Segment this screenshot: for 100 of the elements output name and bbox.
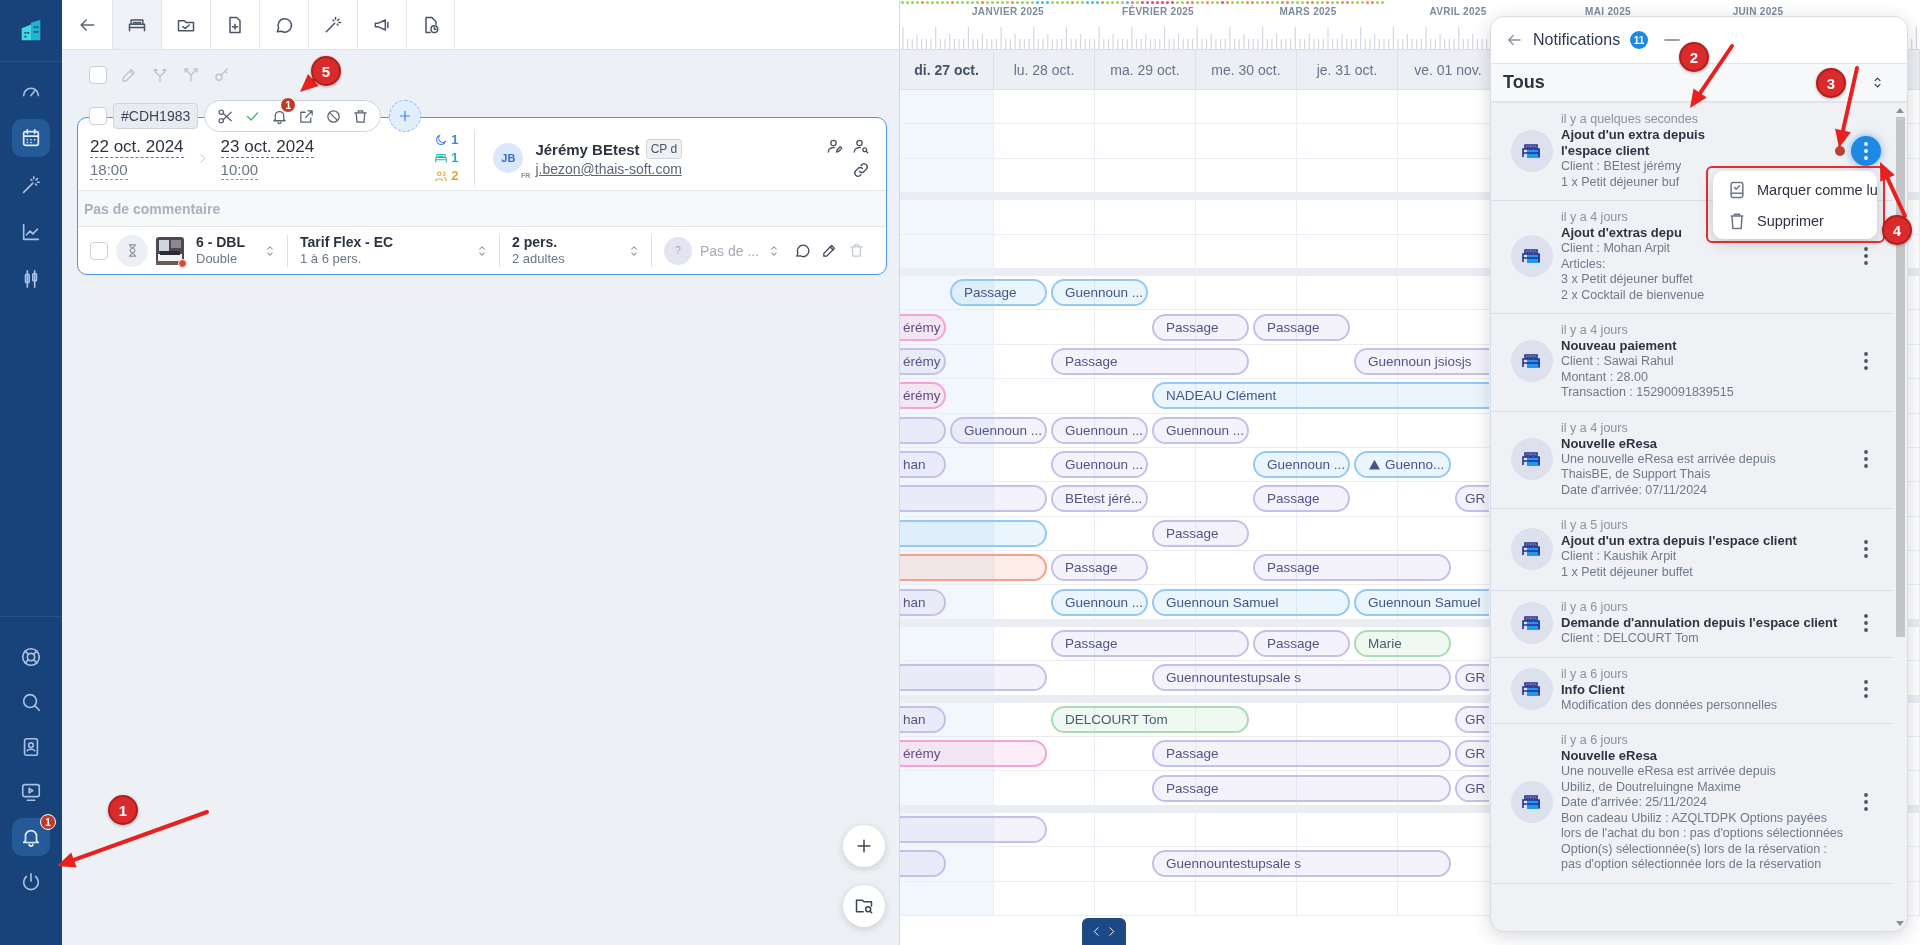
booking-bar[interactable]: érémy	[900, 347, 946, 375]
add-button[interactable]	[843, 825, 885, 867]
booking-bar[interactable]: Guennoun Samuel	[1152, 588, 1350, 616]
checkbox[interactable]	[90, 241, 108, 260]
booking-bar[interactable]: Passage	[1051, 630, 1249, 658]
more-icon	[1864, 247, 1868, 265]
folder-search-button[interactable]	[843, 885, 885, 927]
pencil-icon	[821, 242, 838, 259]
more-button[interactable]	[1851, 135, 1881, 166]
notification-title[interactable]: Nouvelle eResa	[1561, 435, 1658, 452]
booking-bar[interactable]: han	[900, 588, 946, 616]
booking-bar[interactable]: érémy	[900, 313, 946, 341]
booking-bar[interactable]: Passage	[1253, 554, 1451, 582]
booking-bar[interactable]: han	[900, 451, 946, 479]
booking-bar[interactable]: Passage	[1152, 313, 1249, 341]
booking-bar[interactable]: GR	[1455, 705, 1489, 733]
date-value[interactable]: 23 oct. 2024	[220, 136, 315, 158]
booking-bar[interactable]: Guennoun ...	[950, 416, 1047, 444]
booking-bar[interactable]: Guennoun ...	[1152, 416, 1249, 444]
booking-bar[interactable]: Passage	[1051, 554, 1148, 582]
minus-icon	[1664, 39, 1681, 41]
booking-bar[interactable]: Guennoun jsiosjs	[1354, 347, 1489, 375]
booking-bar[interactable]: Guennountestupsale s	[1152, 664, 1451, 692]
email-link[interactable]: j.bezon@thais-soft.com	[535, 161, 683, 177]
time-value[interactable]: 10:00	[220, 160, 259, 180]
notification-title[interactable]: Ajout d'un extra depuis l'espace client	[1561, 533, 1797, 549]
booking-bar[interactable]: NADEAU Clément	[1152, 382, 1489, 410]
minimize-button[interactable]	[1664, 39, 1681, 41]
more-icon	[1864, 613, 1868, 632]
rate-detail: 1 à 6 pers.	[300, 251, 363, 267]
status-button[interactable]	[116, 234, 148, 267]
scroll-down-icon[interactable]	[1895, 921, 1905, 927]
booking-bar[interactable]: érémy	[900, 740, 1047, 768]
booking-bar[interactable]: Guennoun ...	[1051, 451, 1148, 479]
month-label: MAI 2025	[1584, 6, 1632, 17]
booking-bar[interactable]: Guennoun Samuel	[1354, 588, 1489, 616]
notification-item[interactable]: il y a 6 jours Demande d'annulation depuis l'espace client Client : DELCOURT Tom	[1491, 591, 1893, 658]
notification-title[interactable]: Ajout d'un extra depuis l'espace client	[1561, 127, 1736, 159]
guest-tag: CP d	[645, 139, 683, 159]
date-value[interactable]: 22 oct. 2024	[90, 136, 184, 158]
booking-bar[interactable]: Passage	[1152, 519, 1249, 547]
notification-item[interactable]: il y a 4 jours Nouvelle eResa Une nouvelle eResa est arrivée depuis ThaisBE, de Support Thais Date d'arrivée: 07/11/2024	[1491, 411, 1893, 509]
comment-button[interactable]	[794, 242, 811, 259]
notification-item[interactable]: il y a 6 jours Info Client Modification des données personnelles	[1491, 657, 1893, 724]
booking-bar[interactable]: érémy	[900, 382, 946, 410]
checklist-icon	[1727, 179, 1747, 200]
booking-bar[interactable]: Guennountestupsale s	[1152, 850, 1451, 878]
user-search-icon	[852, 137, 870, 155]
booking-bar[interactable]: Guennoun ...	[1253, 451, 1350, 479]
booking-bar[interactable]: GR	[1455, 774, 1489, 802]
notification-time: il y a 6 jours	[1561, 665, 1628, 682]
notification-title[interactable]: Nouvelle eResa	[1561, 748, 1658, 764]
booking-bar[interactable]: Passage	[1253, 630, 1350, 658]
booking-bar[interactable]: BEtest jéré...	[1051, 485, 1148, 513]
checkbox[interactable]	[89, 66, 107, 84]
scroll-up-icon[interactable]	[1895, 107, 1905, 113]
calendar-nav-tab[interactable]	[1082, 918, 1126, 945]
scrollbar-thumb[interactable]	[1895, 117, 1905, 637]
booking-bar[interactable]: DELCOURT Tom	[1051, 705, 1249, 733]
booking-bar[interactable]: Passage	[950, 279, 1047, 307]
comment-field[interactable]: Pas de commentaire	[78, 191, 886, 226]
booking-bar[interactable]: Marie	[1354, 630, 1451, 658]
booking-bar[interactable]: Guennoun ...	[1051, 588, 1148, 616]
sidebar-button[interactable]	[12, 119, 50, 157]
ban-icon	[324, 107, 342, 125]
notification-title[interactable]: Ajout d'extras depu	[1561, 225, 1682, 241]
booking-bar[interactable]: Guennoun ...	[1051, 416, 1148, 444]
time-value[interactable]: 18:00	[90, 160, 128, 180]
notification-item[interactable]: il y a 4 jours Nouveau paiement Client : Sawai Rahul Montant : 28.00 Transaction : 15290091839515	[1491, 314, 1893, 412]
booking-bar[interactable]: GR	[1455, 664, 1489, 692]
notification-text: Transaction : 15290091839515	[1561, 385, 1734, 401]
menu-item[interactable]: Supprimer	[1713, 205, 1877, 236]
booking-bar[interactable]: Passage	[1253, 313, 1350, 341]
tab[interactable]	[112, 0, 161, 49]
booking-bar[interactable]: Passage	[1253, 485, 1350, 513]
booking-bar[interactable]: GR	[1455, 485, 1489, 513]
notification-title[interactable]: Demande d'annulation depuis l'espace client	[1561, 615, 1838, 631]
booking-bar[interactable]: Guenno...	[1354, 451, 1451, 479]
bed-icon	[1511, 527, 1553, 570]
guests-count: 2	[451, 167, 459, 185]
booking-bar[interactable]: Passage	[1152, 740, 1451, 768]
notification-badge: 1	[280, 97, 297, 113]
booking-bar[interactable]: Passage	[1152, 774, 1451, 802]
notification-title[interactable]: Nouveau paiement	[1561, 338, 1677, 354]
search-icon	[20, 691, 42, 713]
edit-button[interactable]	[821, 242, 838, 259]
bed-icon	[1511, 235, 1553, 277]
booking-bar[interactable]: Passage	[1051, 347, 1249, 375]
booking-bar[interactable]: Guennoun ...	[1051, 279, 1148, 307]
tab[interactable]	[406, 0, 455, 49]
count-badge: 11	[1630, 31, 1649, 49]
room-name: 6 - DBL	[196, 234, 245, 251]
notification-title[interactable]: Info Client	[1561, 681, 1625, 698]
booking-bar[interactable]: GR	[1455, 740, 1489, 768]
sidebar-button[interactable]	[12, 818, 50, 856]
checkbox[interactable]	[89, 107, 107, 125]
more-icon	[1864, 539, 1868, 558]
panel-title: Notifications	[1533, 31, 1621, 49]
booking-bar[interactable]: han	[900, 705, 946, 733]
notification-item[interactable]: il y a 5 jours Ajout d'un extra depuis l'espace client Client : Kaushik Arpit 1 x Petit déjeuner buffet	[1491, 509, 1893, 591]
